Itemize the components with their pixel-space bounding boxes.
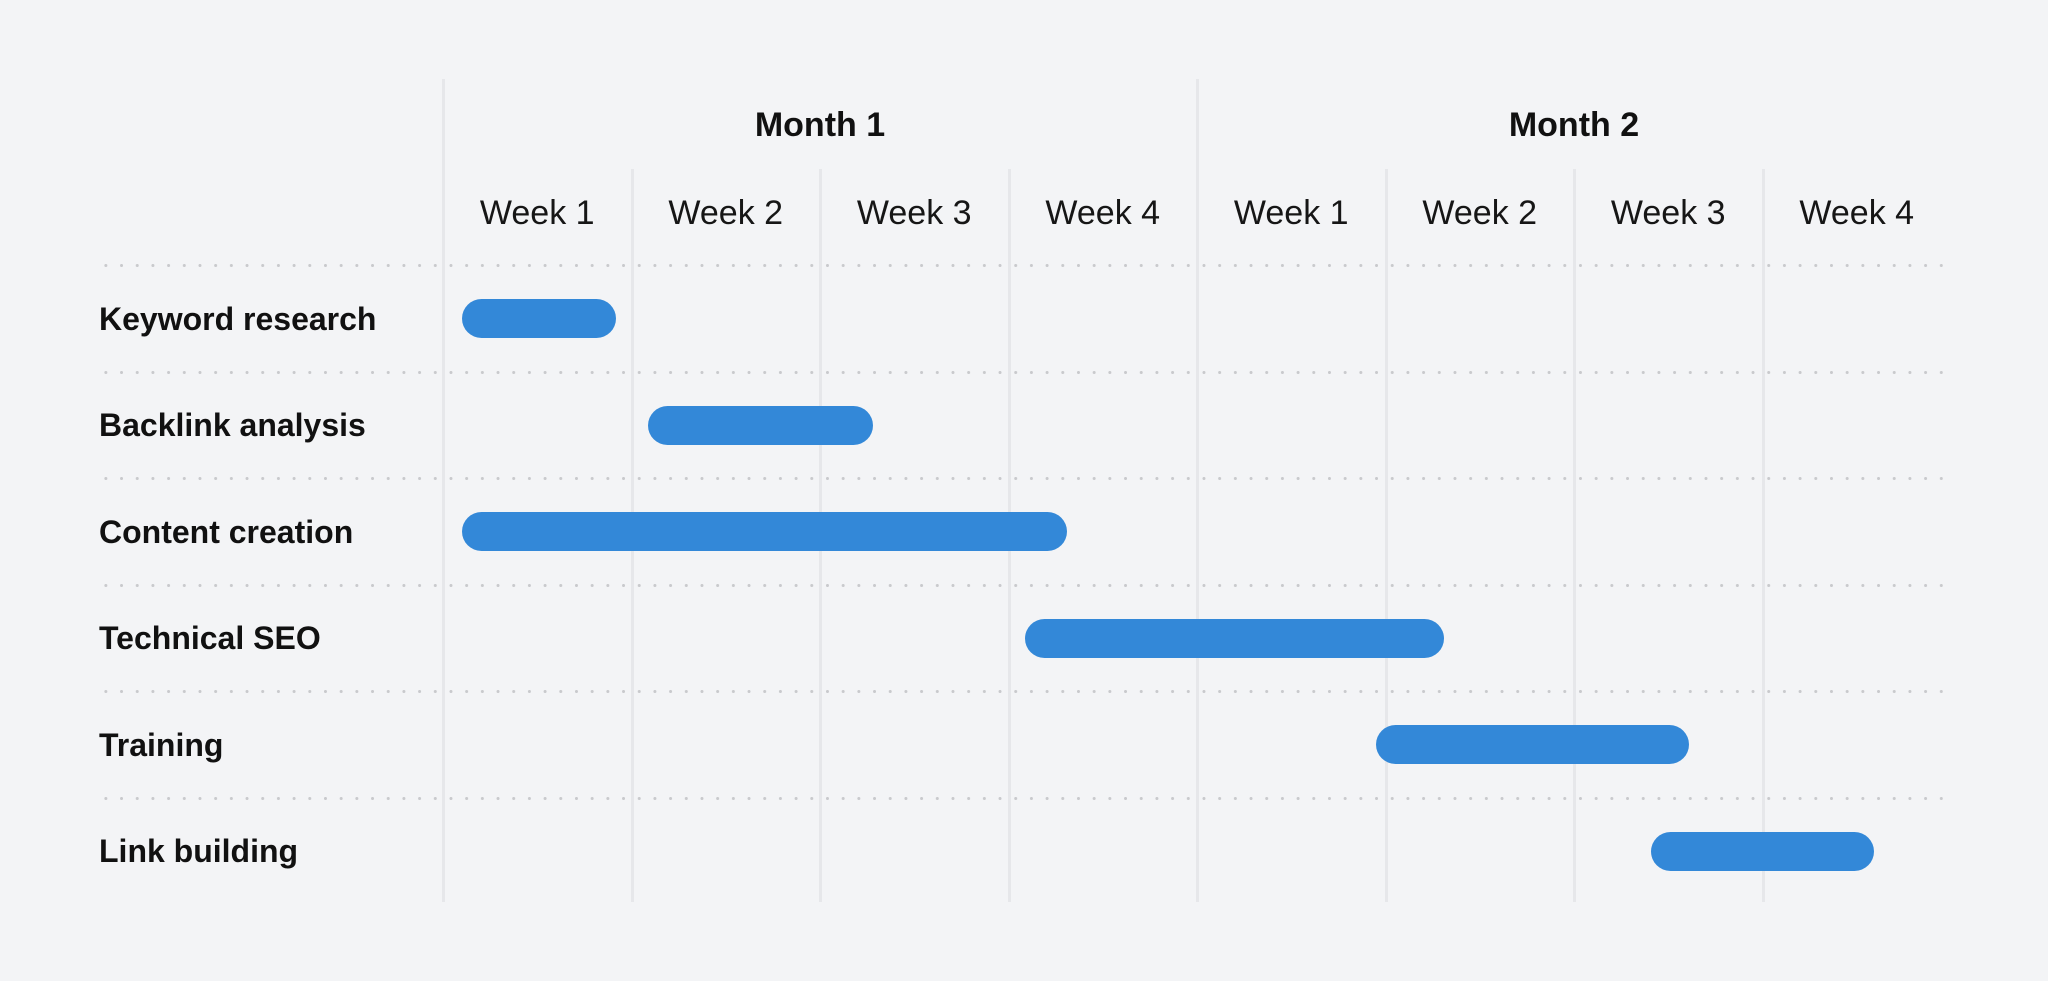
week-gridline xyxy=(1384,169,1388,902)
task-label: Technical SEO xyxy=(99,620,321,657)
week-header: Week 1 xyxy=(1233,194,1349,232)
task-label: Training xyxy=(99,726,224,763)
row-separator xyxy=(98,264,1951,267)
week-header: Week 1 xyxy=(479,194,595,232)
week-gridline xyxy=(1573,169,1576,902)
row-separator xyxy=(98,690,1951,693)
week-header: Week 3 xyxy=(1610,194,1726,232)
week-gridline xyxy=(1761,169,1765,902)
gantt-chart: Month 1 Month 2 Week 1 Week 2 Week 3 Week 4 We… xyxy=(0,0,2048,981)
row-separator xyxy=(98,583,1951,587)
task-label: Content creation xyxy=(99,513,354,550)
week-header: Week 4 xyxy=(1045,194,1161,232)
task-bar[interactable] xyxy=(1651,831,1874,871)
task-bar[interactable] xyxy=(461,299,617,339)
row-separator xyxy=(98,370,1951,374)
week-header: Week 2 xyxy=(1422,194,1538,232)
task-bar[interactable] xyxy=(1025,618,1444,658)
month-header: Month 2 xyxy=(1508,106,1640,144)
week-header: Week 2 xyxy=(668,194,784,232)
week-header: Week 4 xyxy=(1799,194,1915,232)
task-label: Keyword research xyxy=(99,300,377,337)
month-header: Month 1 xyxy=(754,106,886,144)
task-bar[interactable] xyxy=(461,512,1067,552)
task-label: Backlink analysis xyxy=(99,407,366,444)
task-bar[interactable] xyxy=(648,405,873,445)
task-label: Link building xyxy=(99,833,299,870)
row-separator xyxy=(98,477,1951,480)
week-header: Week 3 xyxy=(856,194,972,232)
row-separator xyxy=(98,796,1951,800)
task-bar[interactable] xyxy=(1376,725,1689,765)
